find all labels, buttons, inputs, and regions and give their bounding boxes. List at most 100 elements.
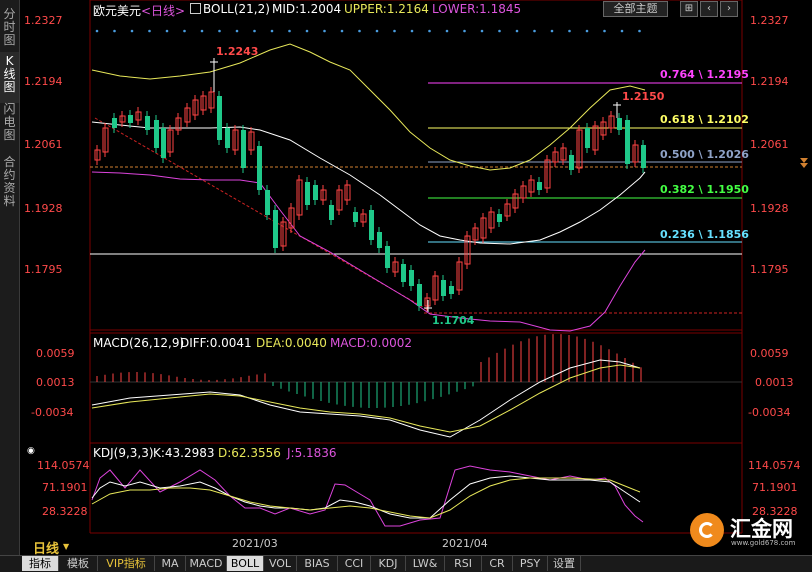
bottom-toolbar: 指标 模板 VIP指标 MA MACD BOLL VOL BIAS CCI KD… xyxy=(0,555,812,572)
price-tick-left: 1.1928 xyxy=(24,202,63,215)
chart-canvas[interactable] xyxy=(19,0,812,555)
tab-lw[interactable]: LW& xyxy=(406,556,445,571)
tab-rsi[interactable]: RSI xyxy=(445,556,482,571)
tab-ma[interactable]: MA xyxy=(155,556,186,571)
price-tick-left: 1.2194 xyxy=(24,75,63,88)
prev-icon[interactable]: ‹ xyxy=(700,1,718,17)
event-marker xyxy=(585,29,589,33)
candle-body xyxy=(449,286,454,294)
tab-vol[interactable]: VOL xyxy=(264,556,297,571)
event-marker xyxy=(200,29,204,33)
symbol-name: 欧元美元 xyxy=(93,4,142,18)
mid-band-line xyxy=(91,121,646,245)
price-marker-icon xyxy=(800,163,808,168)
fib-label: 0.236 \ 1.1856 xyxy=(660,228,749,241)
boll-label: BOLL(21,2) xyxy=(203,2,270,16)
candle-body xyxy=(154,120,159,148)
event-marker xyxy=(288,29,291,33)
low-annotation: 1.1704 xyxy=(432,314,475,327)
price-tick-right: 1.1928 xyxy=(750,202,789,215)
date-label: 2021/03 xyxy=(232,537,278,550)
boll-lower: LOWER:1.1845 xyxy=(432,2,522,16)
fib-label: 0.382 \ 1.1950 xyxy=(660,183,749,196)
candle-body xyxy=(217,96,222,140)
event-marker xyxy=(148,29,151,33)
tab-cci[interactable]: CCI xyxy=(338,556,371,571)
kdj-j-line xyxy=(91,465,644,527)
candle-body xyxy=(265,190,270,215)
macd-diff-line xyxy=(91,359,641,438)
logo-url: www.gold678.com xyxy=(731,539,796,547)
kdj-tick-right: 71.1901 xyxy=(752,481,798,494)
tab-boll[interactable]: BOLL xyxy=(227,556,264,571)
logo-icon xyxy=(690,513,724,547)
macd-diff: DIFF:0.0041 xyxy=(180,336,252,350)
event-marker xyxy=(340,29,344,33)
recent-high-annotation: 1.2150 xyxy=(622,90,665,103)
event-marker xyxy=(95,29,99,33)
event-marker xyxy=(410,29,414,33)
candle-body xyxy=(537,182,542,190)
upper-band-line xyxy=(91,43,646,171)
candle-body xyxy=(369,210,374,240)
tab-contract-info[interactable]: 合约资料 xyxy=(0,153,19,216)
lower-band-line xyxy=(91,171,646,332)
tab-kline[interactable]: K线图 xyxy=(0,52,19,103)
event-marker xyxy=(428,29,431,33)
tab-lightning[interactable]: 闪电图 xyxy=(0,100,19,151)
event-marker xyxy=(270,29,274,33)
theme-select-button[interactable]: 全部主题 xyxy=(603,1,668,17)
event-marker xyxy=(183,29,186,33)
kdj-tick-left: 114.0574 xyxy=(37,459,90,472)
candle-body xyxy=(161,128,166,158)
tab-psy[interactable]: PSY xyxy=(513,556,548,571)
kdj-k-line xyxy=(91,475,641,519)
candle-body xyxy=(401,264,406,282)
macd-dea: DEA:0.0040 xyxy=(256,336,327,350)
boll-mid: MID:1.2004 xyxy=(272,2,342,16)
candle-body xyxy=(377,232,382,248)
kdj-tick-left: 71.1901 xyxy=(42,481,88,494)
tab-time-share[interactable]: 分时图 xyxy=(0,5,19,48)
event-marker xyxy=(235,29,239,33)
logo: 汇金网 www.gold678.com xyxy=(690,510,800,555)
tab-template[interactable]: 模板 xyxy=(59,556,98,571)
tab-kdj[interactable]: KDJ xyxy=(371,556,406,571)
price-tick-left: 1.2061 xyxy=(24,138,63,151)
kdj-settings-icon[interactable]: ◉ xyxy=(27,446,35,456)
fib-label: 0.618 \ 1.2102 xyxy=(660,113,749,126)
price-tick-right: 1.2327 xyxy=(750,14,789,27)
tab-cr[interactable]: CR xyxy=(482,556,513,571)
tab-settings[interactable]: 设置 xyxy=(548,556,581,571)
candle-body xyxy=(441,280,446,296)
event-marker xyxy=(463,29,466,33)
price-tick-left: 1.1795 xyxy=(24,263,63,276)
kdj-tick-left: 28.3228 xyxy=(42,505,88,518)
kdj-j: J:5.1836 xyxy=(287,446,337,460)
tab-macd[interactable]: MACD xyxy=(186,556,227,571)
price-marker-icon xyxy=(800,158,808,163)
candle-body xyxy=(257,146,262,190)
indicator-checkbox-icon[interactable] xyxy=(190,3,201,14)
tab-bias[interactable]: BIAS xyxy=(297,556,338,571)
sidebar: 分时图 K线图 闪电图 合约资料 xyxy=(0,0,20,555)
grid-icon[interactable]: ⊞ xyxy=(680,1,698,17)
next-icon[interactable]: › xyxy=(720,1,738,17)
chart-window: 分时图 K线图 闪电图 合约资料 欧元美元 <日线> BOLL(21,2) MI… xyxy=(0,0,812,572)
kdj-d: D:62.3556 xyxy=(218,446,281,460)
event-marker xyxy=(323,29,326,33)
kdj-title: KDJ(9,3,3) xyxy=(93,446,154,460)
price-tick-left: 1.2327 xyxy=(24,14,63,27)
candle-body xyxy=(569,155,574,170)
kdj-k: K:43.2983 xyxy=(153,446,215,460)
event-marker xyxy=(445,29,449,33)
tab-indicator[interactable]: 指标 xyxy=(22,556,59,571)
candle-body xyxy=(273,210,278,248)
price-tick-right: 1.2194 xyxy=(750,75,789,88)
event-marker xyxy=(498,29,501,33)
event-marker xyxy=(568,29,571,33)
event-marker xyxy=(130,29,134,33)
chevron-down-icon[interactable]: ▼ xyxy=(63,542,69,551)
event-marker xyxy=(253,29,256,33)
tab-vip-indicator[interactable]: VIP指标 xyxy=(98,556,155,571)
